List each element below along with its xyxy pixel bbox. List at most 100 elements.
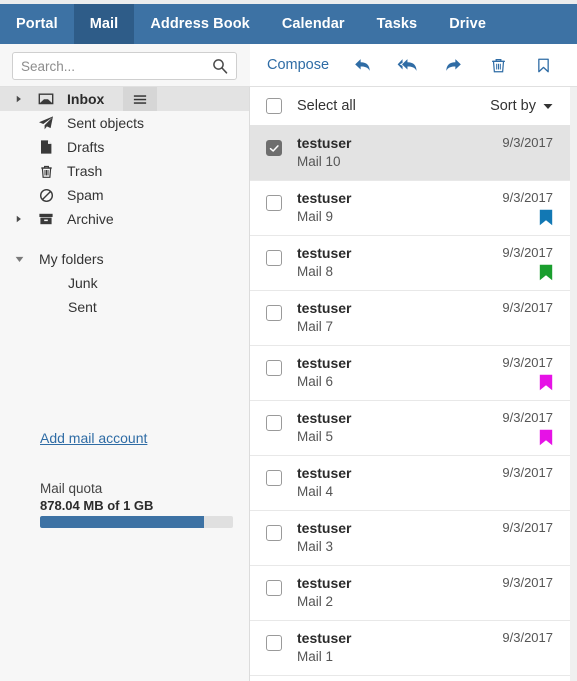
nav-tab-tasks[interactable]: Tasks (361, 4, 434, 44)
mail-list-item[interactable]: testuser Mail 3 9/3/2017 (250, 511, 570, 566)
chevron-right-icon[interactable] (14, 94, 24, 104)
mail-list-item[interactable]: testuser Mail 2 9/3/2017 (250, 566, 570, 621)
mail-list-item[interactable]: testuser Mail 9 9/3/2017 (250, 181, 570, 236)
mail-item-subject: Mail 3 (297, 539, 334, 554)
mail-item-subject: Mail 8 (297, 264, 334, 279)
reply-icon[interactable] (352, 54, 374, 76)
mail-item-subject: Mail 6 (297, 374, 334, 389)
mail-item-checkbox[interactable] (266, 580, 282, 596)
sort-by-button[interactable]: Sort by (490, 98, 553, 114)
compose-button[interactable]: Compose (267, 57, 329, 73)
sidebar-folder-label: Drafts (67, 139, 105, 155)
sidebar-folder-drafts[interactable]: Drafts (0, 135, 249, 159)
chevron-down-icon (543, 98, 553, 114)
nav-tab-mail[interactable]: Mail (73, 4, 135, 44)
mail-item-checkbox[interactable] (266, 140, 282, 156)
select-all-label[interactable]: Select all (297, 98, 356, 114)
mail-quota-progress-bar[interactable] (40, 516, 233, 528)
select-all-checkbox[interactable] (266, 98, 282, 114)
sidebar-folder-spam[interactable]: Spam (0, 183, 249, 207)
mail-item-checkbox[interactable] (266, 360, 282, 376)
mail-item-subject: Mail 7 (297, 319, 334, 334)
search-input[interactable] (21, 58, 212, 74)
mail-item-date: 9/3/2017 (502, 300, 553, 315)
folder-sidebar: Inbox Sent objects Drafts Trash Spam Archive … (0, 87, 250, 681)
chevron-right-icon[interactable] (14, 214, 24, 224)
mail-item-flag-icon[interactable] (539, 429, 553, 446)
mail-item-date: 9/3/2017 (502, 190, 553, 205)
mail-list-scrollbar[interactable] (570, 87, 577, 681)
mail-item-sender: testuser (297, 410, 352, 426)
sidebar-folder-archive[interactable]: Archive (0, 207, 249, 231)
mail-list-item[interactable]: testuser Mail 8 9/3/2017 (250, 236, 570, 291)
sidebar-subfolder-junk[interactable]: Junk (0, 271, 249, 295)
mail-item-date: 9/3/2017 (502, 520, 553, 535)
nav-tab-calendar[interactable]: Calendar (266, 4, 361, 44)
mail-item-subject: Mail 5 (297, 429, 334, 444)
mail-item-subject: Mail 4 (297, 484, 334, 499)
sidebar-group-my-folders[interactable]: My folders (0, 247, 249, 271)
mail-item-flag-icon[interactable] (539, 264, 553, 281)
nav-tab-portal[interactable]: Portal (0, 4, 74, 44)
mail-list-item[interactable]: testuser Mail 10 9/3/2017 (250, 126, 570, 181)
mail-item-checkbox[interactable] (266, 470, 282, 486)
mail-item-checkbox[interactable] (266, 635, 282, 651)
chevron-down-icon[interactable] (14, 254, 24, 264)
mail-item-checkbox[interactable] (266, 525, 282, 541)
mail-item-sender: testuser (297, 135, 352, 151)
my-folders-group: My folders Junk Sent (0, 247, 249, 319)
forward-icon[interactable] (442, 54, 464, 76)
mail-list-item[interactable]: testuser Mail 5 9/3/2017 (250, 401, 570, 456)
sidebar-subfolder-sent[interactable]: Sent (0, 295, 249, 319)
mail-item-subject: Mail 2 (297, 594, 334, 609)
paper-plane-icon (38, 115, 54, 131)
sidebar-folder-trash[interactable]: Trash (0, 159, 249, 183)
sidebar-folder-label: Inbox (67, 91, 105, 107)
archive-icon (38, 211, 54, 227)
top-navigation-bar: Portal Mail Address Book Calendar Tasks Drive (0, 4, 577, 44)
sidebar-folder-sent-objects[interactable]: Sent objects (0, 111, 249, 135)
mail-item-flag-icon[interactable] (539, 374, 553, 391)
mail-list-item[interactable]: testuser Mail 4 9/3/2017 (250, 456, 570, 511)
mail-item-date: 9/3/2017 (502, 410, 553, 425)
mail-list-header: Select all Sort by (250, 87, 570, 126)
mail-list-item[interactable]: testuser Mail 6 9/3/2017 (250, 346, 570, 401)
mail-item-subject: Mail 9 (297, 209, 334, 224)
sort-by-label: Sort by (490, 98, 536, 114)
mail-list-panel: Select all Sort by testuser Mail 10 9/3/20… (250, 87, 570, 681)
sidebar-folder-inbox[interactable]: Inbox (0, 87, 249, 111)
trash-icon[interactable] (487, 54, 509, 76)
mail-item-date: 9/3/2017 (502, 630, 553, 645)
mail-item-sender: testuser (297, 190, 352, 206)
reply-all-icon[interactable] (397, 54, 419, 76)
mail-item-checkbox[interactable] (266, 195, 282, 211)
search-icon[interactable] (212, 58, 228, 74)
nav-tab-drive[interactable]: Drive (433, 4, 502, 44)
mail-item-checkbox[interactable] (266, 305, 282, 321)
mail-item-subject: Mail 1 (297, 649, 334, 664)
folder-list: Inbox Sent objects Drafts Trash Spam Archive (0, 87, 249, 231)
mail-item-checkbox[interactable] (266, 415, 282, 431)
ban-icon (38, 187, 54, 203)
mail-rows-container: testuser Mail 10 9/3/2017 testuser Mail 9 9/3… (250, 126, 570, 676)
sidebar-folder-label: Spam (67, 187, 104, 203)
mail-item-date: 9/3/2017 (502, 355, 553, 370)
mail-quota-progress-fill (40, 516, 205, 528)
nav-tab-address-book[interactable]: Address Book (134, 4, 266, 44)
mail-item-sender: testuser (297, 355, 352, 371)
mail-item-subject: Mail 10 (297, 154, 341, 169)
folder-menu-hamburger-icon[interactable] (123, 87, 157, 111)
mail-item-sender: testuser (297, 465, 352, 481)
search-box[interactable] (12, 52, 237, 80)
add-mail-account-link[interactable]: Add mail account (40, 430, 147, 446)
mail-list-item[interactable]: testuser Mail 1 9/3/2017 (250, 621, 570, 676)
bookmark-icon[interactable] (532, 54, 554, 76)
mail-item-flag-icon[interactable] (539, 209, 553, 226)
mail-quota-value: 878.04 MB of 1 GB (40, 498, 154, 513)
mail-item-sender: testuser (297, 575, 352, 591)
document-icon (38, 139, 54, 155)
sidebar-group-label: My folders (39, 251, 104, 267)
mail-item-sender: testuser (297, 300, 352, 316)
mail-list-item[interactable]: testuser Mail 7 9/3/2017 (250, 291, 570, 346)
mail-item-checkbox[interactable] (266, 250, 282, 266)
